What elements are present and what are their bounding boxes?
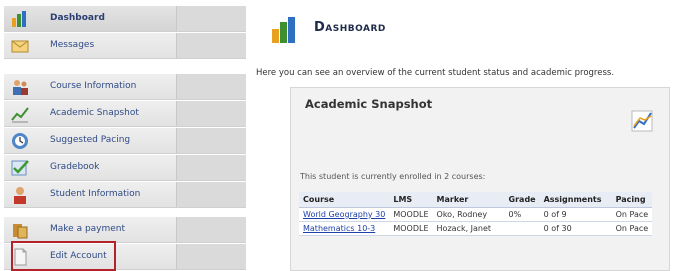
dashboard-chart-icon bbox=[270, 15, 298, 45]
sidebar-item-strip bbox=[176, 6, 246, 31]
sidebar-item-strip bbox=[176, 217, 246, 242]
sidebar-item-make-a-payment[interactable]: Make a payment bbox=[4, 217, 246, 243]
pacing-cell: On Pace bbox=[611, 207, 653, 222]
sidebar-item-label: Messages bbox=[50, 40, 95, 50]
main-content: Dashboard Here you can see an overview o… bbox=[246, 0, 673, 271]
marker-cell: Hozack, Janet bbox=[432, 221, 505, 236]
grade-cell: 0% bbox=[504, 207, 540, 222]
column-header-assignments: Assignments bbox=[539, 192, 612, 208]
panel-title: Academic Snapshot bbox=[305, 97, 433, 111]
envelope-icon bbox=[10, 36, 30, 56]
column-header-grade: Grade bbox=[504, 192, 540, 208]
money-icon bbox=[10, 220, 30, 240]
column-header-course: Course bbox=[299, 192, 390, 208]
sidebar-item-label: Course Information bbox=[50, 81, 137, 91]
sidebar-item-strip bbox=[176, 128, 246, 153]
column-header-marker: Marker bbox=[432, 192, 505, 208]
sidebar-item-label: Suggested Pacing bbox=[50, 135, 131, 145]
sidebar-item-label: Dashboard bbox=[50, 13, 105, 23]
calendar-icon bbox=[10, 131, 30, 151]
pacing-cell: On Pace bbox=[611, 221, 653, 236]
edit-account-highlight bbox=[11, 241, 116, 271]
column-header-pacing: Pacing bbox=[611, 192, 653, 208]
sidebar-item-suggested-pacing[interactable]: Suggested Pacing bbox=[4, 128, 246, 154]
table-header-row: Course LMS Marker Grade Assignments Paci… bbox=[299, 192, 653, 208]
sidebar-item-label: Gradebook bbox=[50, 162, 100, 172]
table-row: World Geography 30 MOODLE Oko, Rodney 0%… bbox=[299, 207, 653, 222]
sidebar-item-strip bbox=[176, 74, 246, 99]
sidebar-item-strip bbox=[176, 244, 246, 269]
course-cell: World Geography 30 bbox=[299, 207, 390, 222]
sidebar-item-label: Student Information bbox=[50, 189, 141, 199]
chart-icon bbox=[10, 9, 30, 29]
lms-cell: MOODLE bbox=[389, 221, 433, 236]
student-icon bbox=[10, 185, 30, 205]
sidebar-item-course-information[interactable]: Course Information bbox=[4, 74, 246, 100]
sidebar-item-strip bbox=[176, 182, 246, 207]
enrolled-text: This student is currently enrolled in 2 … bbox=[300, 172, 486, 181]
sidebar-item-gradebook[interactable]: Gradebook bbox=[4, 155, 246, 181]
sidebar-nav: Dashboard Messages Course Information Ac… bbox=[0, 0, 246, 271]
intro-text: Here you can see an overview of the curr… bbox=[256, 68, 615, 78]
sidebar-item-strip bbox=[176, 33, 246, 58]
people-icon bbox=[10, 77, 30, 97]
column-header-lms: LMS bbox=[389, 192, 433, 208]
lms-cell: MOODLE bbox=[389, 207, 433, 222]
grade-cell bbox=[504, 221, 540, 236]
assignments-cell: 0 of 9 bbox=[539, 207, 612, 222]
sidebar-item-strip bbox=[176, 101, 246, 126]
graph-icon bbox=[629, 106, 655, 134]
sidebar-item-dashboard[interactable]: Dashboard bbox=[4, 6, 246, 32]
course-link[interactable]: Mathematics 10-3 bbox=[303, 224, 375, 233]
assignments-cell: 0 of 30 bbox=[539, 221, 612, 236]
sidebar-item-label: Academic Snapshot bbox=[50, 108, 139, 118]
sidebar-item-label: Make a payment bbox=[50, 224, 126, 234]
sidebar-item-strip bbox=[176, 155, 246, 180]
graph-icon bbox=[10, 104, 30, 124]
table-row: Mathematics 10-3 MOODLE Hozack, Janet 0 … bbox=[299, 221, 653, 236]
courses-table: Course LMS Marker Grade Assignments Paci… bbox=[299, 192, 653, 236]
academic-snapshot-panel: Academic Snapshot This student is curren… bbox=[290, 87, 670, 271]
sidebar-item-academic-snapshot[interactable]: Academic Snapshot bbox=[4, 101, 246, 127]
course-cell: Mathematics 10-3 bbox=[299, 221, 390, 236]
page-title: Dashboard bbox=[314, 20, 386, 35]
sidebar-separator bbox=[4, 60, 246, 68]
sidebar-item-messages[interactable]: Messages bbox=[4, 33, 246, 59]
marker-cell: Oko, Rodney bbox=[432, 207, 505, 222]
course-link[interactable]: World Geography 30 bbox=[303, 210, 385, 219]
checkmark-icon bbox=[10, 158, 30, 178]
sidebar-item-student-information[interactable]: Student Information bbox=[4, 182, 246, 208]
sidebar-separator bbox=[4, 209, 246, 217]
